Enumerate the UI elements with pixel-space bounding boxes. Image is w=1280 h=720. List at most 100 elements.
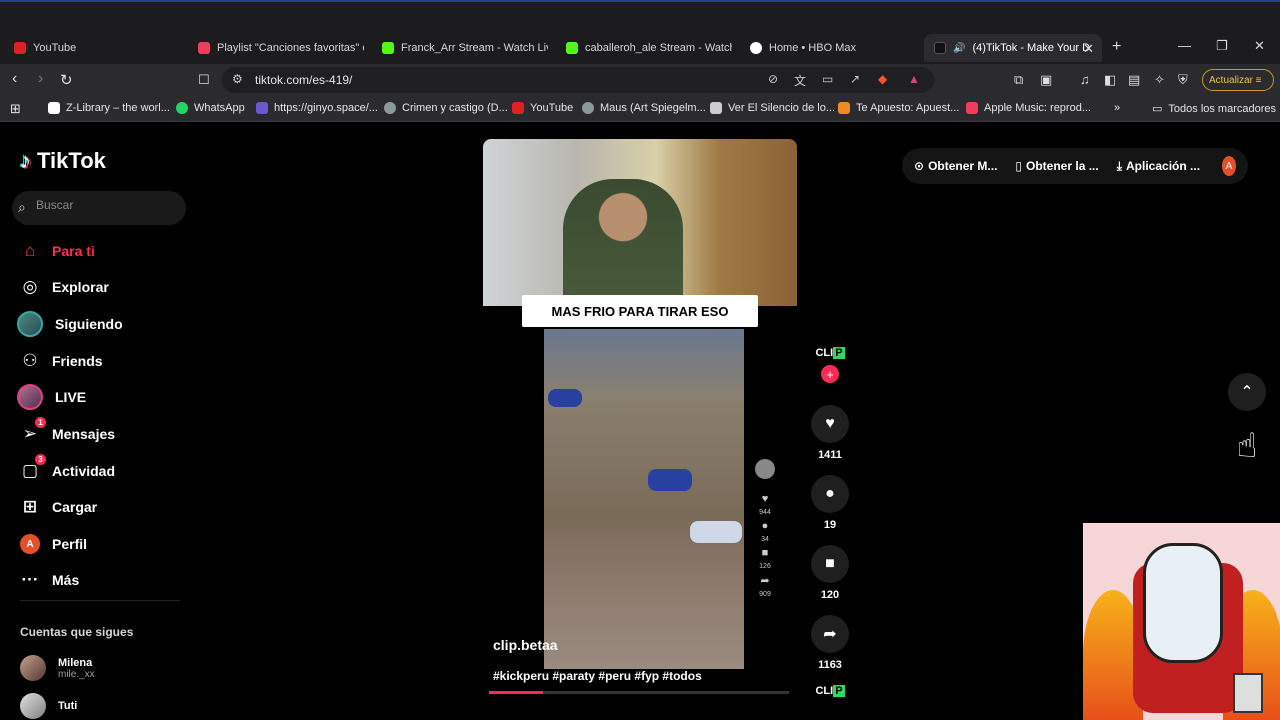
grid-icon [710,102,722,114]
tab-title: caballeroh_ale Stream - Watch L [585,42,732,54]
creator-avatar[interactable]: CLI P [815,347,845,359]
mascot-figure [1143,543,1223,663]
url-text[interactable]: tiktok.com/es-419/ [255,73,352,87]
update-label: Actualizar [1209,75,1253,86]
tab-youtube[interactable]: YouTube [4,34,184,62]
ai-icon[interactable]: ✧ [1154,72,1165,88]
tab-hbo-max[interactable]: Home • HBO Max [740,34,916,62]
forward-button[interactable]: › [38,70,43,88]
tab-kick-franck[interactable]: Franck_Arr Stream - Watch Live o [372,34,548,62]
cast-icon[interactable]: ▭ [822,72,833,86]
desktop-app-button[interactable]: ⤓ Aplicación ... [1117,159,1200,174]
get-coins-button[interactable]: ⊙ Obtener M... [914,159,997,173]
following-account[interactable]: Milena mile._xx [20,655,95,681]
like-button[interactable]: ♥ [811,405,849,443]
nav-live[interactable]: LIVE [17,384,86,410]
tab-tiktok[interactable]: 🔊 (4)TikTok - Make Your D ✕ [924,34,1102,62]
nav-mensajes[interactable]: ➢ 1 Mensajes [20,417,115,447]
embedded-avatar-icon [755,459,775,479]
stream-overlay-mascot [1083,523,1280,720]
bookmark-apple-music[interactable]: Apple Music: reprod... [966,102,1091,114]
messages-icon: ➢ 1 [20,417,46,444]
close-window-button[interactable]: ✕ [1254,38,1265,54]
bookmark-maus[interactable]: Maus (Art Spiegelm... [582,102,706,114]
new-tab-button[interactable]: + [1112,38,1121,56]
nav-label: Siguiendo [55,316,123,332]
all-bookmarks[interactable]: ▭ Todos los marcadores [1152,102,1276,116]
youtube-icon [512,102,524,114]
nav-perfil[interactable]: A Perfil [20,531,87,557]
share-button[interactable]: ➦ [811,615,849,653]
video-author[interactable]: clip.betaa [493,637,558,653]
nav-friends[interactable]: ⚇ Friends [20,348,102,374]
more-bookmarks-icon[interactable]: » [1114,102,1120,114]
embedded-count: 126 [759,563,771,570]
reload-button[interactable]: ↻ [60,71,73,89]
share-icon: ➦ [760,575,770,587]
streamer-webcam [483,139,797,306]
bookmark-zlibrary[interactable]: Z-Library – the worl... [48,102,170,114]
search-box[interactable]: ⌕ [12,191,186,225]
sidebar-icon[interactable]: ◧ [1104,72,1116,88]
maximize-button[interactable]: ❐ [1216,38,1228,54]
screenshot-icon[interactable]: ▣ [1040,72,1052,88]
media-icon[interactable]: ♫ [1080,72,1090,87]
nav-label: Perfil [52,536,88,552]
bookmarks-bar: ⊞ Z-Library – the worl... WhatsApp https… [0,96,1280,122]
extensions-icon[interactable]: ⧉ [1014,72,1023,88]
following-icon [17,311,43,337]
search-input[interactable] [36,198,176,212]
music-icon [198,42,210,54]
home-icon: ⌂ [24,241,36,260]
get-app-button[interactable]: ▯ Obtener la ... [1015,159,1098,173]
follow-plus-icon[interactable]: + [821,365,839,383]
tab-title: Home • HBO Max [769,42,856,54]
nav-explorar[interactable]: ◎ Explorar [20,274,109,300]
back-button[interactable]: ‹ [12,70,17,88]
bookmark-whatsapp[interactable]: WhatsApp [176,102,245,114]
bookmark-label: YouTube [530,102,574,114]
live-icon [17,384,43,410]
brave-rewards-icon[interactable]: ▲ [908,72,920,86]
music-disc-icon[interactable]: CLI P [815,685,845,697]
site-info-icon[interactable]: ⚙ [232,72,243,86]
nav-actividad[interactable]: ▢ 3 Actividad [20,454,115,484]
close-tab-icon[interactable]: ✕ [1083,41,1094,57]
brave-shield-icon[interactable]: ◆ [878,72,887,86]
nav-para-ti[interactable]: ⌂ Para ti [20,238,95,264]
video-progress-bar[interactable] [489,691,789,694]
tab-playlist[interactable]: Playlist "Canciones favoritas" en [188,34,364,62]
video-hashtags[interactable]: #kickperu #paraty #peru #fyp #todos [493,669,702,683]
bookmark-ginyo[interactable]: https://ginyo.space/... [256,102,378,114]
apps-icon[interactable]: ⊞ [10,101,21,117]
nav-cargar[interactable]: ⊞ Cargar [20,494,97,520]
bookmark-label: Te Apuesto: Apuest... [856,102,960,114]
update-button[interactable]: Actualizar ≡ [1202,69,1274,91]
bookmark-crimen[interactable]: Crimen y castigo (D... [384,102,508,114]
address-bar[interactable]: ⚙ tiktok.com/es-419/ ⊘ 文 ▭ ↗ ◆ ▲ [222,67,934,93]
video-player[interactable]: MAS FRIO PARA TIRAR ESO ♥ 944 ● 34 ■ 126… [483,139,797,697]
wallet-icon[interactable]: ▤ [1128,72,1140,88]
tiktok-logo[interactable]: ♪ TikTok [20,148,106,174]
vpn-icon[interactable]: ⛨ [1178,72,1188,88]
bookmark-youtube[interactable]: YouTube [512,102,573,114]
nav-mas[interactable]: ··· Más [20,567,80,593]
no-camera-icon[interactable]: ⊘ [768,72,778,86]
previous-video-button[interactable]: ⌃ [1228,373,1266,411]
tab-kick-caballeroh[interactable]: caballeroh_ale Stream - Watch L [556,34,732,62]
translate-icon[interactable]: 文 [794,72,806,89]
bookmark-silencio[interactable]: Ver El Silencio de lo... [710,102,835,114]
bookmark-teapuesto[interactable]: Te Apuesto: Apuest... [838,102,959,114]
chevron-up-icon: ⌃ [1240,384,1254,401]
activity-icon: ▢ 3 [20,454,46,481]
bookmark-page-icon[interactable]: ☐ [198,72,210,88]
nav-siguiendo[interactable]: Siguiendo [17,311,123,337]
following-account[interactable]: Tuti [20,693,77,719]
clip-logo-text: CLI [815,347,834,359]
profile-avatar[interactable]: A [1222,156,1236,176]
minimize-button[interactable]: — [1178,38,1191,53]
share-icon[interactable]: ↗ [850,72,860,86]
friends-icon: ⚇ [22,351,38,370]
comment-button[interactable]: ● [811,475,849,513]
save-button[interactable]: ■ [811,545,849,583]
